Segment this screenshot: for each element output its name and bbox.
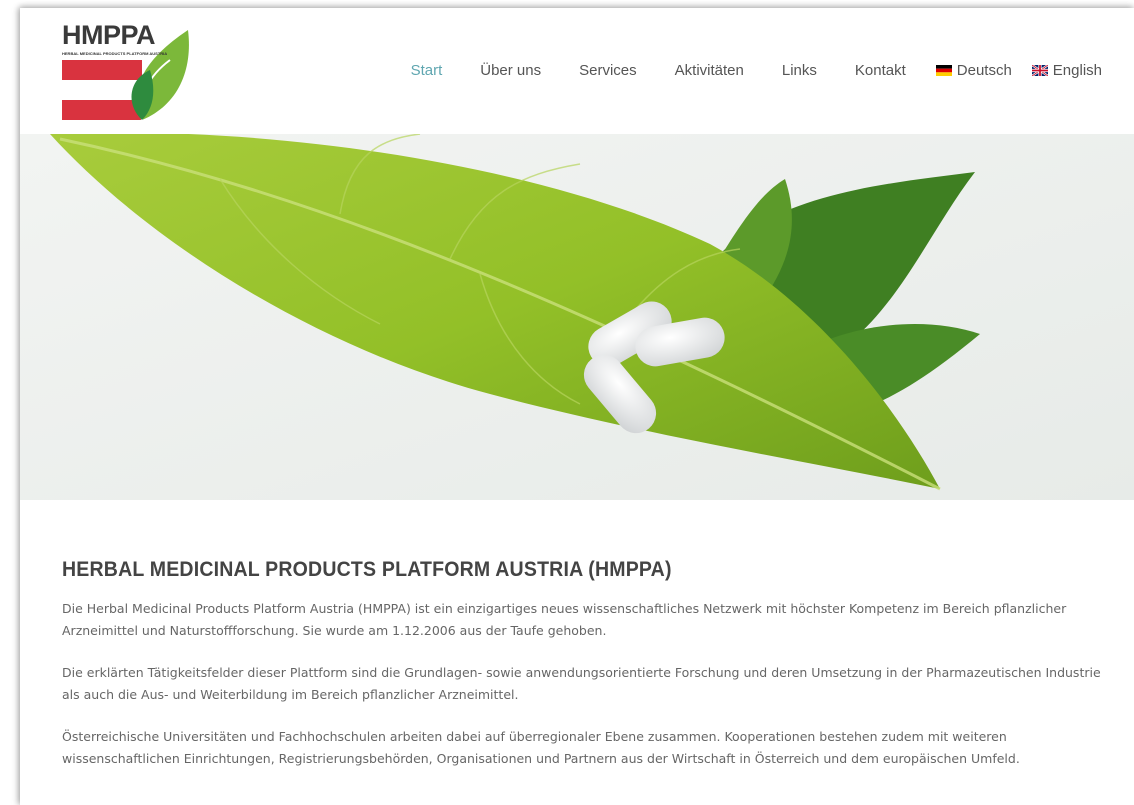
lang-deutsch[interactable]: Deutsch <box>935 62 1012 79</box>
intro-paragraph-1: Die Herbal Medicinal Products Platform A… <box>62 601 1067 638</box>
site-header: HMPPA HERBAL MEDICINAL PRODUCTS PLATFORM… <box>20 8 1134 134</box>
nav-item-start[interactable]: Start <box>411 62 443 79</box>
nav-item-links[interactable]: Links <box>782 62 817 79</box>
lang-english-label: English <box>1052 62 1102 79</box>
lang-english[interactable]: English <box>1031 62 1102 79</box>
nav-item-ueber-uns[interactable]: Über uns <box>480 62 541 79</box>
german-flag-icon <box>935 65 952 76</box>
lang-deutsch-label: Deutsch <box>956 62 1012 79</box>
logo-name: HMPPA <box>62 20 156 50</box>
logo-tagline: HERBAL MEDICINAL PRODUCTS PLATFORM AUSTR… <box>62 51 168 56</box>
nav-item-aktivitaeten[interactable]: Aktivitäten <box>675 62 744 79</box>
main-nav: Start Über uns Services Aktivitäten Link… <box>373 62 1102 79</box>
uk-flag-icon <box>1031 65 1048 76</box>
leaf-pills-illustration <box>20 134 1134 500</box>
page-title: HERBAL MEDICINAL PRODUCTS PLATFORM AUSTR… <box>62 558 672 581</box>
nav-item-kontakt[interactable]: Kontakt <box>855 62 906 79</box>
hero-image <box>20 134 1134 500</box>
intro-paragraph-3: Österreichische Universitäten und Fachho… <box>62 729 1020 766</box>
intro-paragraph-2: Die erklärten Tätigkeitsfelder dieser Pl… <box>62 665 1101 702</box>
page-frame: HMPPA HERBAL MEDICINAL PRODUCTS PLATFORM… <box>20 8 1134 805</box>
site-logo[interactable]: HMPPA HERBAL MEDICINAL PRODUCTS PLATFORM… <box>58 20 198 130</box>
nav-item-services[interactable]: Services <box>579 62 637 79</box>
main-content: HERBAL MEDICINAL PRODUCTS PLATFORM AUSTR… <box>62 558 1102 790</box>
